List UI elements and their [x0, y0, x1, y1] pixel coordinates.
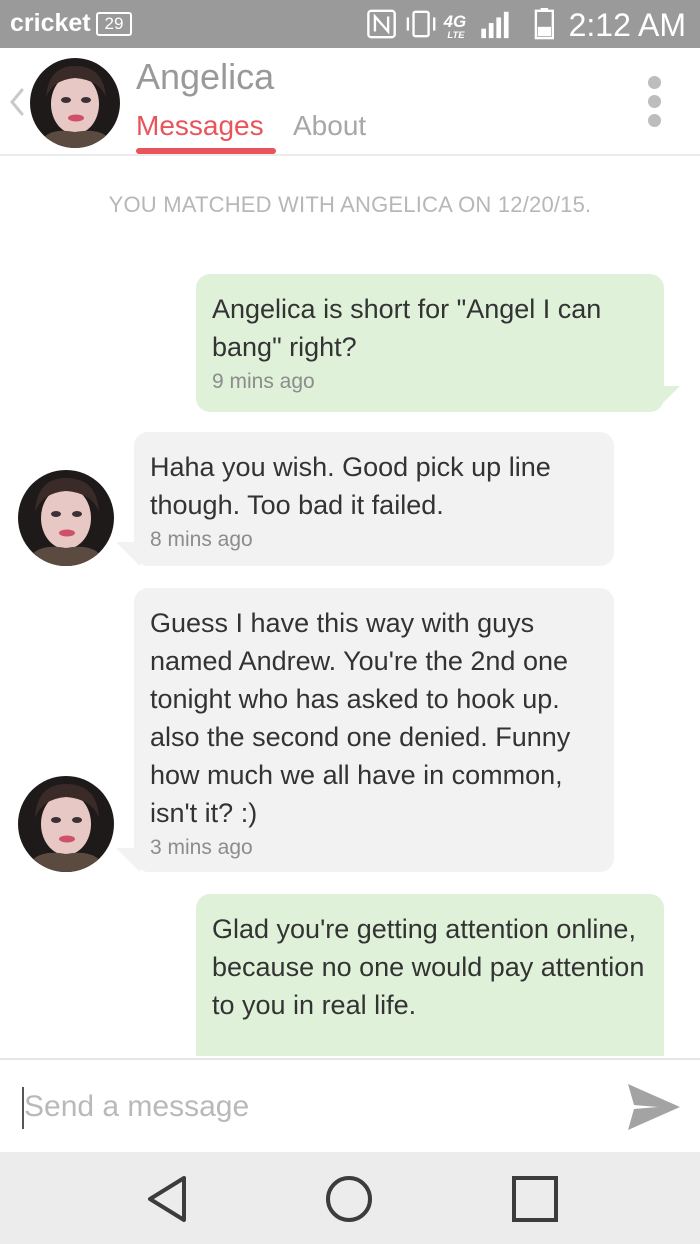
message-text: Haha you wish. Good pick up line though.…	[150, 452, 551, 520]
message-list[interactable]: YOU MATCHED WITH ANGELICA ON 12/20/15. A…	[0, 158, 700, 1056]
chat-header: Angelica Messages About	[0, 48, 700, 156]
notification-count-badge: 29	[96, 12, 132, 36]
carrier-label: cricket	[10, 9, 91, 37]
message-text: Angelica is short for "Angel I can bang"…	[212, 294, 602, 362]
contact-name: Angelica	[136, 56, 275, 97]
received-message[interactable]: Guess I have this way with guys named An…	[134, 588, 614, 872]
bubble-tail	[116, 542, 140, 566]
vibrate-icon	[406, 10, 436, 38]
received-message[interactable]: Haha you wish. Good pick up line though.…	[134, 432, 614, 566]
message-text: Guess I have this way with guys named An…	[150, 608, 571, 828]
signal-icon	[481, 11, 509, 39]
system-nav-bar	[0, 1152, 700, 1244]
svg-text:4G: 4G	[443, 12, 467, 31]
message-text: Glad you're getting attention online, be…	[212, 914, 645, 1020]
tab-about[interactable]: About	[293, 110, 366, 142]
sent-message[interactable]: Angelica is short for "Angel I can bang"…	[196, 274, 664, 412]
clock: 2:12 AM	[568, 7, 686, 43]
avatar[interactable]	[18, 776, 114, 872]
overflow-menu-icon[interactable]	[640, 76, 668, 132]
nav-back-icon[interactable]	[142, 1174, 192, 1224]
avatar[interactable]	[18, 470, 114, 566]
match-date-note: YOU MATCHED WITH ANGELICA ON 12/20/15.	[108, 192, 592, 217]
back-icon[interactable]	[4, 84, 28, 120]
nav-home-icon[interactable]	[324, 1174, 374, 1224]
bubble-tail	[654, 386, 680, 412]
network-4g-lte-icon: 4G LTE	[443, 12, 467, 40]
message-time: 3 mins ago	[150, 836, 253, 859]
status-bar: cricket 29 4G LTE 2:12 AM	[0, 0, 700, 48]
battery-icon	[534, 8, 554, 40]
message-composer	[0, 1058, 700, 1152]
send-icon[interactable]	[624, 1080, 682, 1134]
message-time: 8 mins ago	[150, 528, 253, 551]
message-input[interactable]	[24, 1082, 584, 1132]
tab-messages[interactable]: Messages	[136, 110, 264, 142]
nfc-icon	[367, 9, 396, 39]
svg-text:LTE: LTE	[447, 29, 465, 40]
message-time: 9 mins ago	[212, 370, 315, 393]
nav-recents-icon[interactable]	[510, 1174, 560, 1224]
avatar[interactable]	[30, 58, 120, 148]
bubble-tail	[116, 848, 140, 872]
active-tab-indicator	[136, 148, 276, 154]
status-icons: 4G LTE	[367, 8, 554, 40]
sent-message[interactable]: Glad you're getting attention online, be…	[196, 894, 664, 1056]
